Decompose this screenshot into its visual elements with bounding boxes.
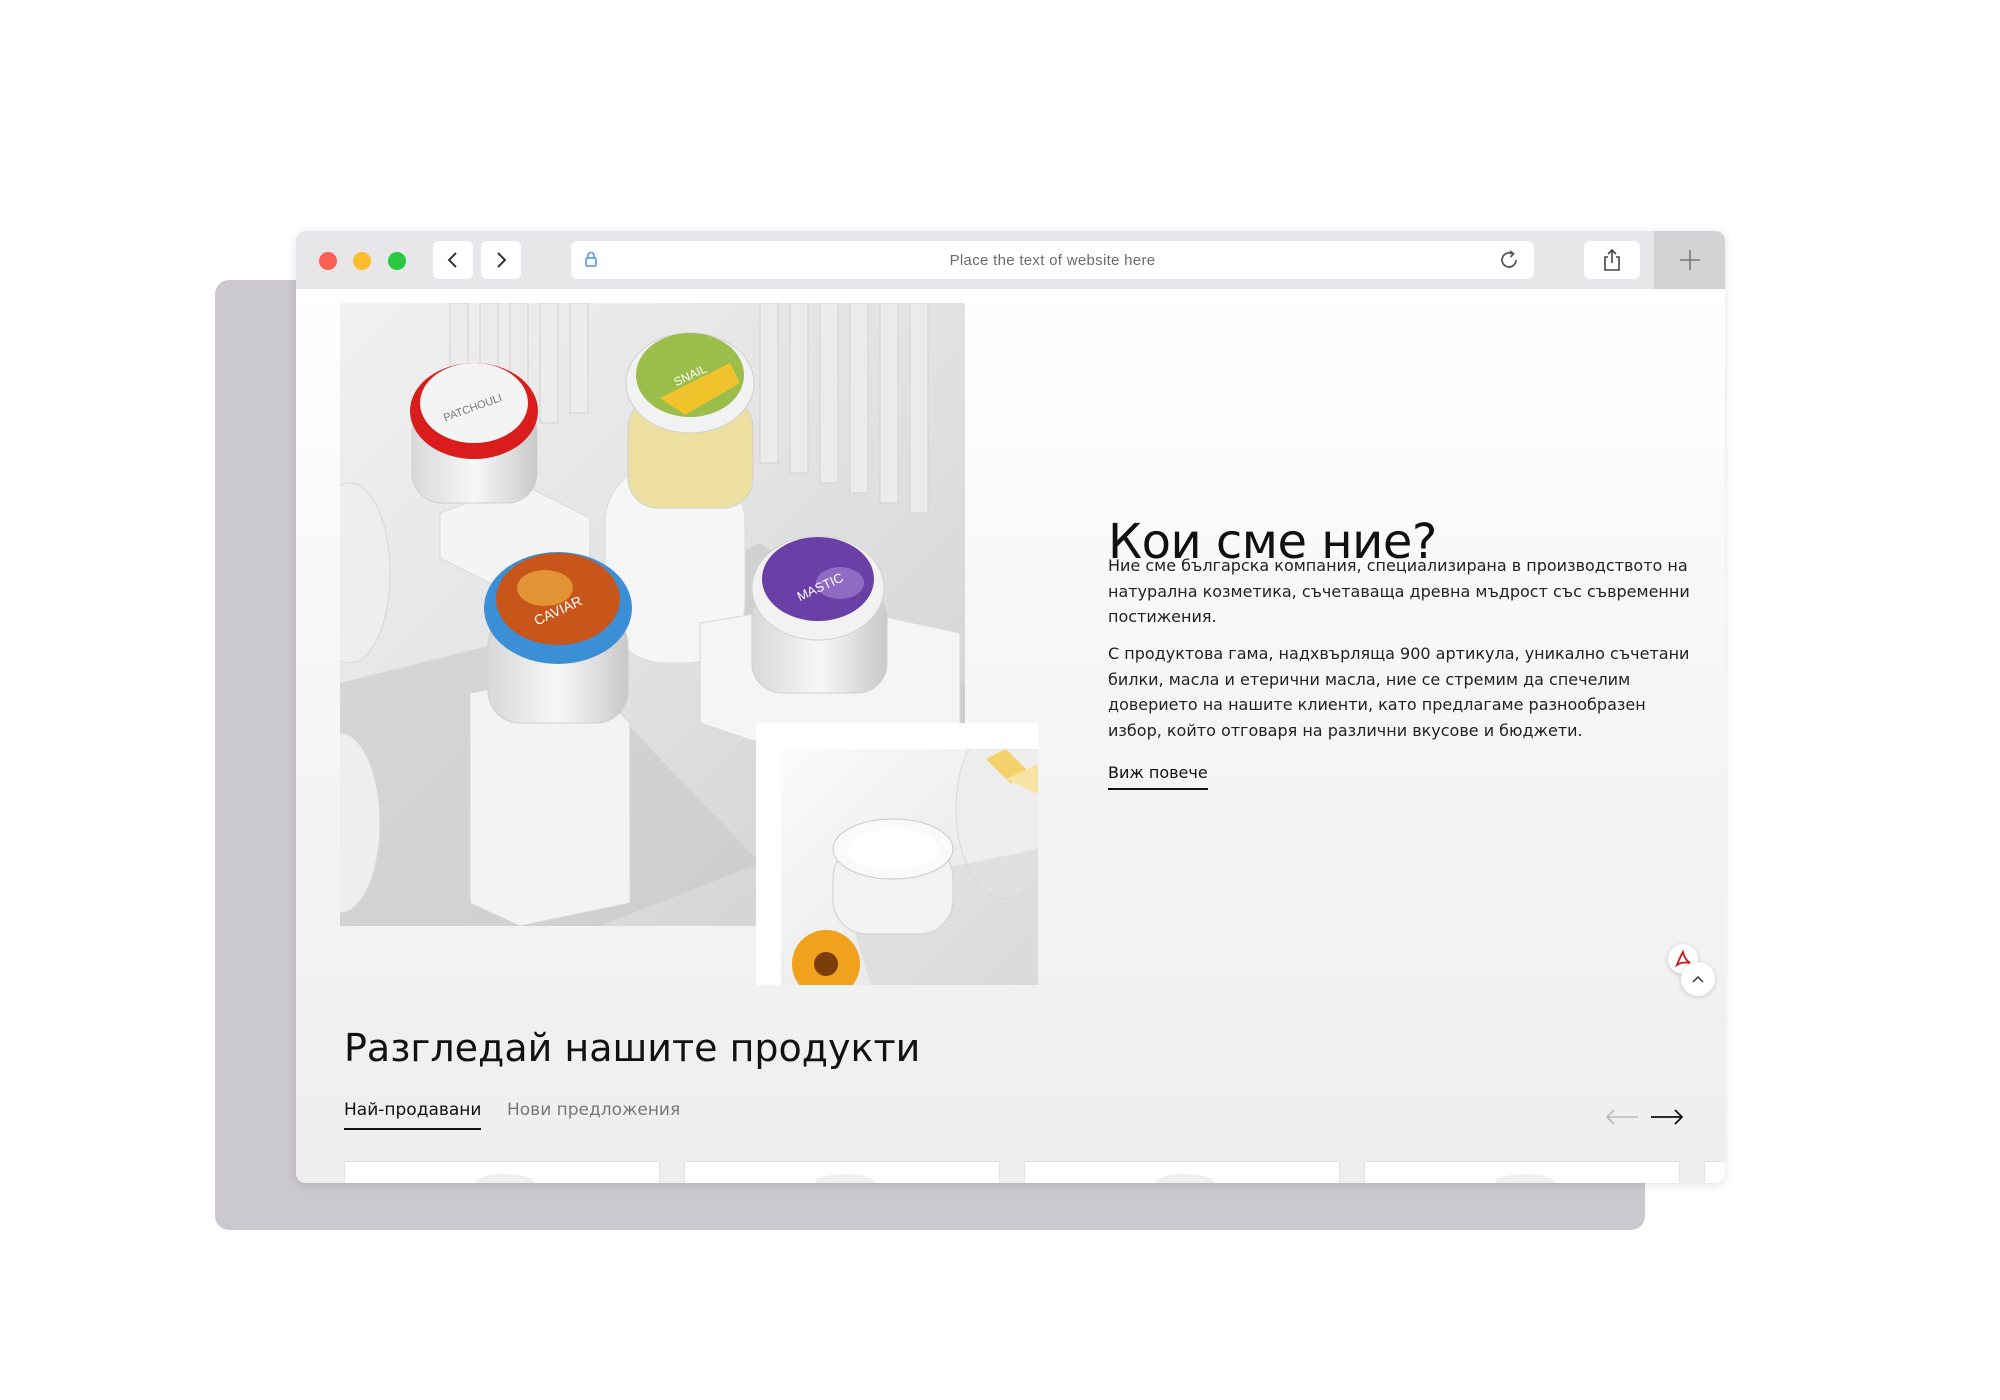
chevron-up-icon <box>1692 975 1704 983</box>
tab-bestsellers[interactable]: Най-продавани <box>344 1100 482 1130</box>
address-text: Place the text of website here <box>949 252 1156 269</box>
cream-photo-frame <box>756 723 1038 985</box>
about-paragraph: Ние сме българска компания, специализира… <box>1108 556 1690 626</box>
scroll-top-button[interactable] <box>1681 962 1715 996</box>
product-card[interactable] <box>1364 1161 1680 1183</box>
chevron-right-icon <box>497 252 507 268</box>
arrow-right-icon[interactable] <box>1649 1107 1685 1127</box>
product-card[interactable] <box>1024 1161 1340 1183</box>
browser-window: Place the text of website here PATCHOULI… <box>296 231 1725 1183</box>
product-image <box>815 1174 875 1183</box>
share-button[interactable] <box>1584 241 1640 279</box>
product-image <box>1495 1174 1555 1183</box>
cream-jar-illustration <box>792 749 1038 985</box>
products-section-title: Разгледай нашите продукти <box>344 1026 921 1070</box>
share-icon <box>1604 248 1620 271</box>
product-image <box>1155 1174 1215 1183</box>
cream-photo <box>781 749 1038 985</box>
minimize-window-button[interactable] <box>353 252 371 270</box>
see-more-link[interactable]: Виж повече <box>1108 763 1208 790</box>
reload-icon[interactable] <box>1497 248 1521 272</box>
close-window-button[interactable] <box>319 252 337 270</box>
plus-icon <box>1679 250 1700 270</box>
about-paragraph: С продуктова гама, надхвърляща 900 артик… <box>1108 644 1690 740</box>
arrow-left-icon[interactable] <box>1604 1107 1640 1127</box>
address-bar[interactable]: Place the text of website here <box>571 241 1534 279</box>
page-content: PATCHOULI SNAIL CAVIAR MASTIC Кои сме ни… <box>296 289 1725 1183</box>
new-tab-button[interactable] <box>1654 231 1725 289</box>
forward-button[interactable] <box>481 241 521 279</box>
product-card[interactable] <box>1704 1161 1725 1183</box>
product-card[interactable] <box>344 1161 660 1183</box>
tab-new-offers[interactable]: Нови предложения <box>507 1100 680 1120</box>
chevron-left-icon <box>447 252 457 268</box>
browser-toolbar: Place the text of website here <box>296 231 1725 289</box>
product-image <box>475 1174 535 1183</box>
product-card[interactable] <box>684 1161 1000 1183</box>
back-button[interactable] <box>433 241 473 279</box>
maximize-window-button[interactable] <box>388 252 406 270</box>
